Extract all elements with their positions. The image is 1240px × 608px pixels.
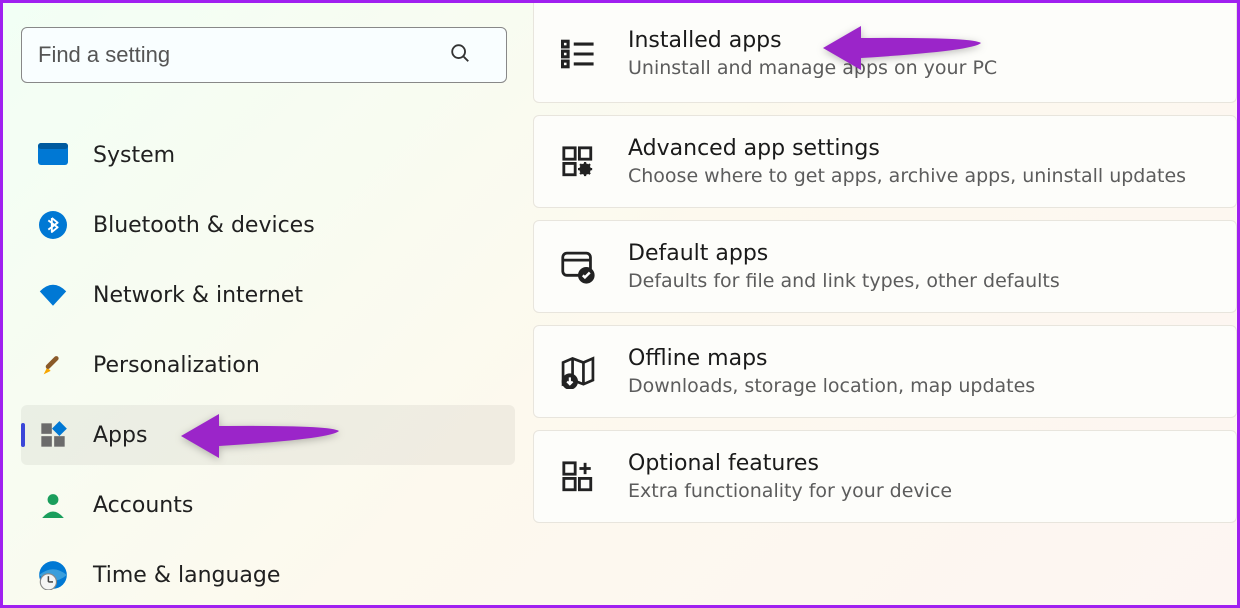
card-subtitle: Choose where to get apps, archive apps, … (628, 165, 1212, 187)
window-check-icon (558, 247, 598, 287)
card-subtitle: Extra functionality for your device (628, 480, 1212, 502)
card-title: Default apps (628, 241, 1212, 266)
card-subtitle: Defaults for file and link types, other … (628, 270, 1212, 292)
sidebar-item-label: Apps (93, 423, 147, 448)
card-subtitle: Downloads, storage location, map updates (628, 375, 1212, 397)
search-input[interactable] (21, 27, 507, 83)
paintbrush-icon (37, 349, 69, 381)
map-download-icon (558, 352, 598, 392)
sidebar-item-label: Personalization (93, 353, 260, 378)
system-icon (37, 139, 69, 171)
sidebar-item-time-language[interactable]: Time & language (21, 545, 515, 605)
sidebar-item-label: System (93, 143, 175, 168)
wifi-icon (37, 279, 69, 311)
annotation-arrow-apps (181, 411, 341, 465)
card-title: Optional features (628, 451, 1212, 476)
search-box[interactable] (21, 27, 515, 83)
sidebar-item-label: Accounts (93, 493, 193, 518)
sidebar-item-system[interactable]: System (21, 125, 515, 185)
sidebar-item-label: Time & language (93, 563, 280, 588)
grid-plus-icon (558, 457, 598, 497)
search-icon (449, 42, 471, 68)
list-icon (558, 34, 598, 74)
annotation-arrow-installed-apps (823, 23, 983, 77)
bluetooth-icon (37, 209, 69, 241)
apps-icon (37, 419, 69, 451)
card-title: Offline maps (628, 346, 1212, 371)
nav-list: System Bluetooth & devices Network & int… (21, 125, 515, 605)
grid-gear-icon (558, 142, 598, 182)
content-pane: Installed apps Uninstall and manage apps… (533, 3, 1237, 605)
person-icon (37, 489, 69, 521)
sidebar-item-label: Network & internet (93, 283, 303, 308)
sidebar-item-personalization[interactable]: Personalization (21, 335, 515, 395)
sidebar-item-label: Bluetooth & devices (93, 213, 315, 238)
card-advanced-settings[interactable]: Advanced app settings Choose where to ge… (533, 115, 1237, 208)
sidebar: System Bluetooth & devices Network & int… (3, 3, 533, 605)
card-default-apps[interactable]: Default apps Defaults for file and link … (533, 220, 1237, 313)
sidebar-item-bluetooth[interactable]: Bluetooth & devices (21, 195, 515, 255)
card-offline-maps[interactable]: Offline maps Downloads, storage location… (533, 325, 1237, 418)
sidebar-item-network[interactable]: Network & internet (21, 265, 515, 325)
globe-clock-icon (37, 559, 69, 591)
card-title: Advanced app settings (628, 136, 1212, 161)
card-optional-features[interactable]: Optional features Extra functionality fo… (533, 430, 1237, 523)
sidebar-item-accounts[interactable]: Accounts (21, 475, 515, 535)
